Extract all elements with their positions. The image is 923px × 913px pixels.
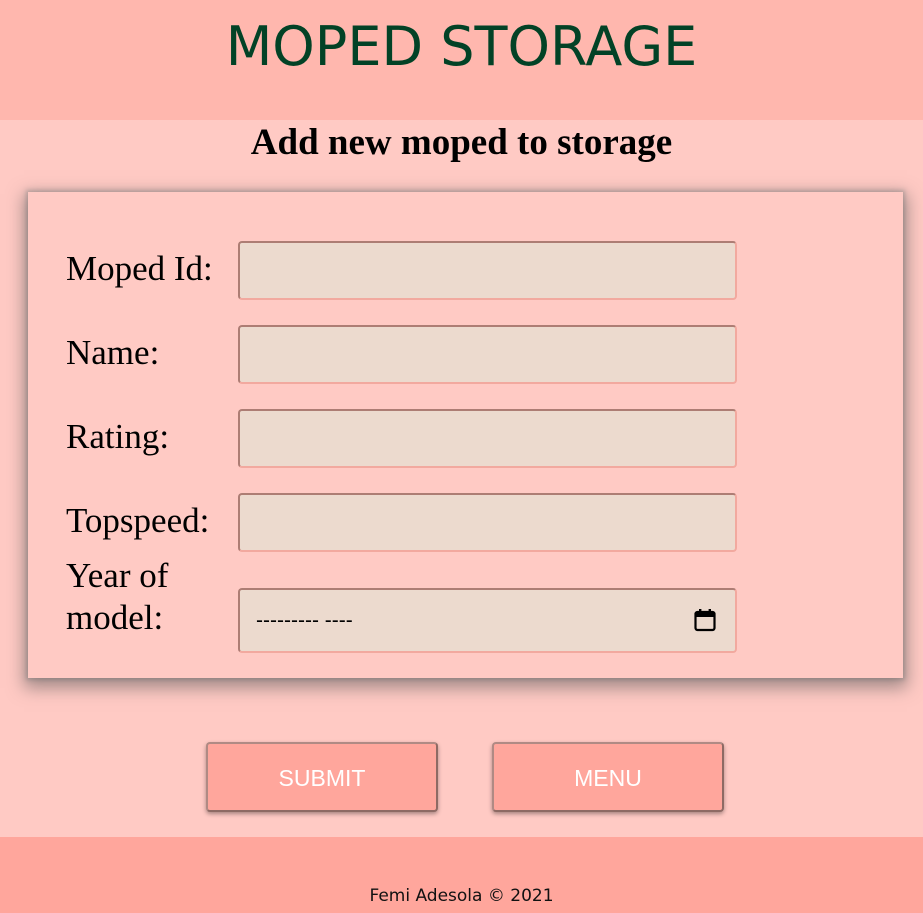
year-of-model-date-input[interactable]: --------- ---- xyxy=(238,588,737,653)
moped-id-input[interactable] xyxy=(238,241,737,300)
menu-button[interactable]: MENU xyxy=(492,742,724,812)
page-heading: Add new moped to storage xyxy=(250,122,673,163)
footer-copyright: Femi Adesola © 2021 xyxy=(369,886,554,906)
name-label: Name: xyxy=(66,333,160,372)
submit-button[interactable]: SUBMIT xyxy=(206,742,438,812)
topspeed-label: Topspeed: xyxy=(66,501,210,540)
site-header: MOPED STORAGE xyxy=(0,0,923,120)
topspeed-input[interactable] xyxy=(238,493,737,552)
site-footer: Femi Adesola © 2021 xyxy=(0,837,923,913)
year-of-model-label-line1: Year of xyxy=(66,556,169,595)
rating-label: Rating: xyxy=(66,417,170,456)
name-input[interactable] xyxy=(238,325,737,384)
calendar-icon[interactable] xyxy=(693,608,717,632)
year-of-model-label-line2: model: xyxy=(66,598,164,637)
date-input-value: --------- ---- xyxy=(256,609,353,632)
rating-input[interactable] xyxy=(238,409,737,468)
moped-id-label: Moped Id: xyxy=(66,249,213,288)
site-title: MOPED STORAGE xyxy=(225,15,698,78)
